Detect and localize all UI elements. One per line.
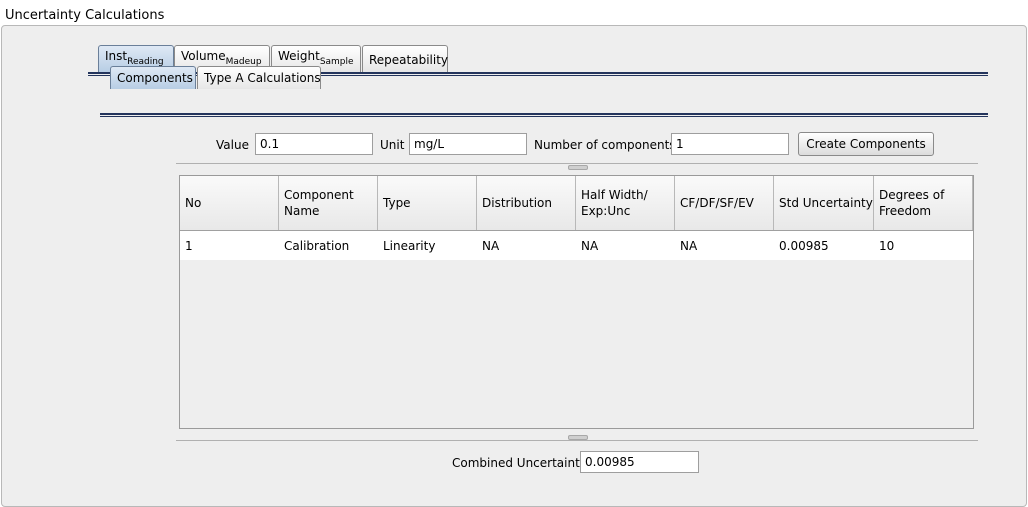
cell-half-width[interactable]: NA bbox=[576, 231, 675, 260]
cell-std-uncertainty[interactable]: 0.00985 bbox=[774, 231, 874, 260]
subtab-underline bbox=[100, 113, 988, 117]
value-field[interactable]: 0.1 bbox=[255, 133, 373, 155]
header-distribution[interactable]: Distribution bbox=[477, 176, 576, 230]
cell-type[interactable]: Linearity bbox=[378, 231, 477, 260]
header-component-name[interactable]: Component Name bbox=[279, 176, 378, 230]
combined-uncertainty-label: Combined Uncertainty bbox=[452, 456, 587, 470]
splitter-grip-icon[interactable] bbox=[568, 435, 588, 440]
tab-label: Volume bbox=[181, 49, 226, 63]
tab-label: Inst bbox=[105, 49, 128, 63]
cell-component-name[interactable]: Calibration bbox=[279, 231, 378, 260]
cell-cf-df-sf-ev[interactable]: NA bbox=[675, 231, 774, 260]
header-half-width[interactable]: Half Width/ Exp:Unc bbox=[576, 176, 675, 230]
header-type[interactable]: Type bbox=[378, 176, 477, 230]
subtab-components[interactable]: Components bbox=[110, 66, 196, 89]
bottom-splitter[interactable] bbox=[176, 440, 978, 441]
cell-no[interactable]: 1 bbox=[180, 231, 279, 260]
tab-label: Repeatability bbox=[369, 53, 449, 67]
components-table: No Component Name Type Distribution Half… bbox=[179, 175, 974, 429]
splitter-grip-icon[interactable] bbox=[568, 165, 588, 170]
create-components-button[interactable]: Create Components bbox=[798, 132, 934, 156]
top-splitter[interactable] bbox=[176, 163, 978, 164]
unit-field[interactable]: mg/L bbox=[409, 133, 527, 155]
unit-label: Unit bbox=[380, 138, 405, 152]
header-cf-df-sf-ev[interactable]: CF/DF/SF/EV bbox=[675, 176, 774, 230]
tab-label: Weight bbox=[278, 49, 320, 63]
combined-uncertainty-field[interactable]: 0.00985 bbox=[580, 451, 699, 473]
table-header: No Component Name Type Distribution Half… bbox=[180, 176, 973, 231]
header-no[interactable]: No bbox=[180, 176, 279, 230]
table-row[interactable]: 1 Calibration Linearity NA NA NA 0.00985… bbox=[180, 231, 973, 260]
cell-degrees-of-freedom[interactable]: 10 bbox=[874, 231, 973, 260]
num-components-label: Number of components bbox=[534, 138, 676, 152]
tab-repeatability[interactable]: Repeatability bbox=[362, 45, 448, 72]
window-title: Uncertainty Calculations bbox=[5, 8, 165, 23]
num-components-field[interactable]: 1 bbox=[671, 133, 789, 155]
cell-distribution[interactable]: NA bbox=[477, 231, 576, 260]
tab-sub: Sample bbox=[319, 57, 354, 67]
value-label: Value bbox=[216, 138, 249, 152]
subtab-type-a-calculations[interactable]: Type A Calculations bbox=[197, 66, 321, 89]
header-std-uncertainty[interactable]: Std Uncertainty bbox=[774, 176, 874, 230]
header-degrees-of-freedom[interactable]: Degrees of Freedom bbox=[874, 176, 973, 230]
